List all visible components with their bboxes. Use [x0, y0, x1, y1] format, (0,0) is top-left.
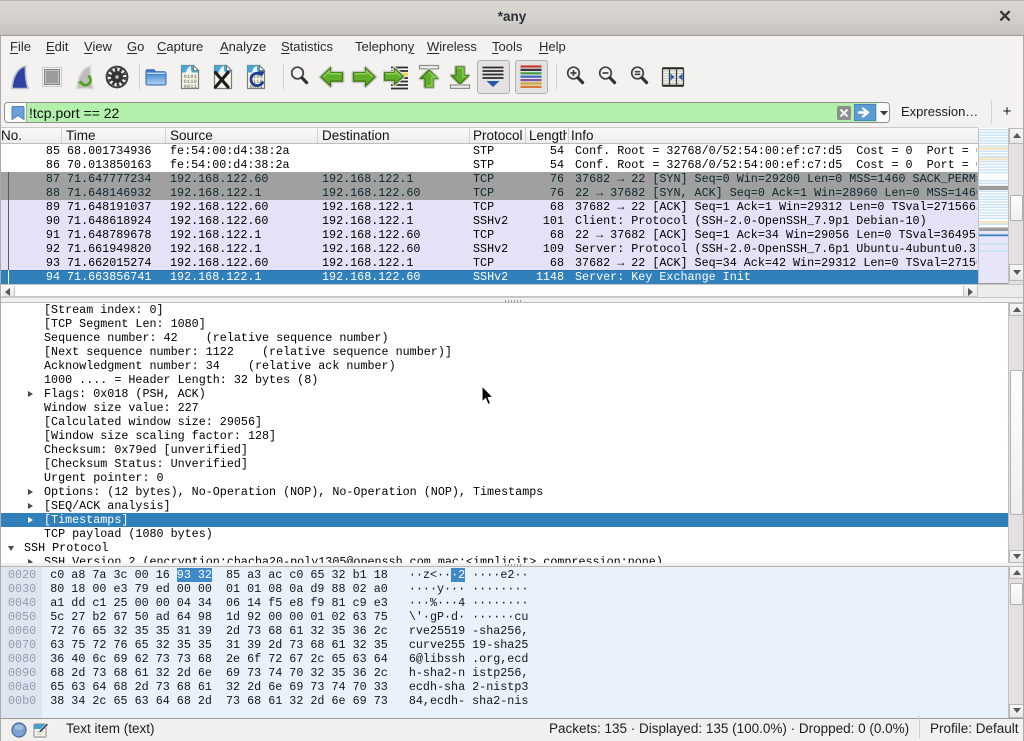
svg-text:0011: 0011 [184, 83, 198, 90]
